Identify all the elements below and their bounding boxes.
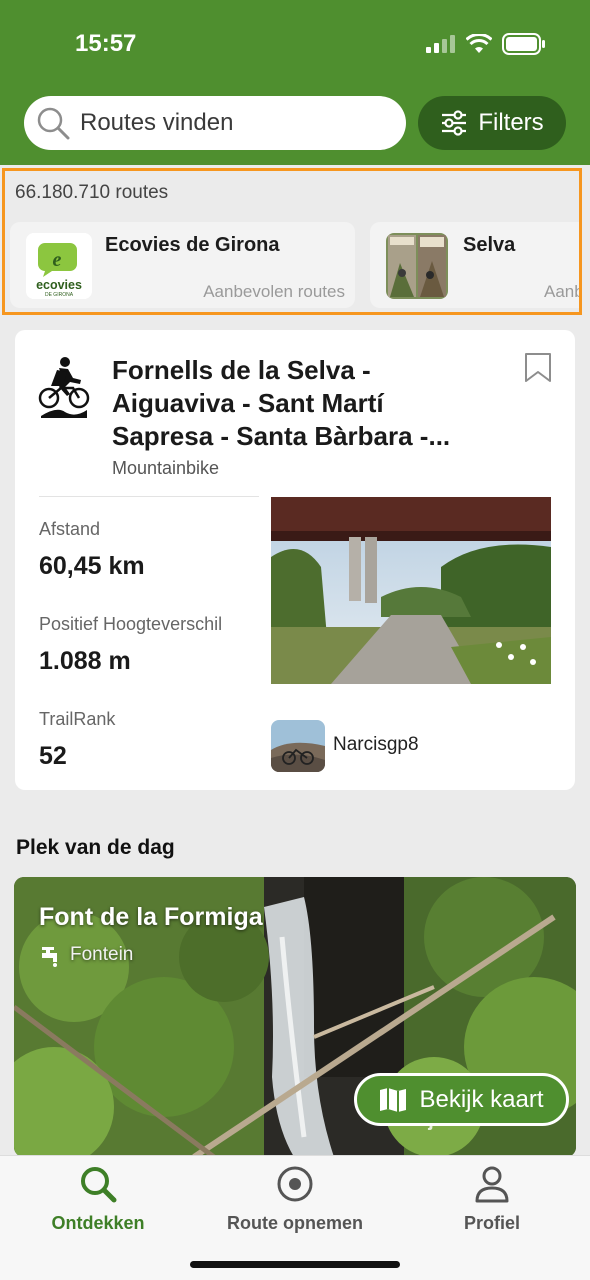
section-heading: Plek van de dag	[16, 836, 175, 859]
stat-trailrank-value: 52	[39, 742, 67, 770]
route-card[interactable]: Fornells de la Selva - Aiguaviva - Sant …	[15, 330, 575, 790]
search-icon	[81, 1167, 117, 1203]
mountainbike-icon	[38, 357, 90, 418]
stat-elevation-value: 1.088 m	[39, 647, 131, 675]
battery-icon	[502, 33, 545, 55]
signal-icon	[426, 35, 455, 53]
filters-button[interactable]: Filters	[418, 96, 566, 150]
nav-discover[interactable]: Ontdekken	[48, 1164, 148, 1234]
stat-elevation-label: Positief Hoogteverschil	[39, 614, 223, 634]
status-time: 15:57	[75, 30, 137, 57]
bookmark-icon[interactable]	[523, 352, 553, 384]
sliders-icon	[442, 110, 467, 136]
map-icon	[380, 1087, 407, 1112]
route-activity: Mountainbike	[112, 458, 220, 478]
profile-icon	[475, 1166, 509, 1203]
route-photo[interactable]	[271, 497, 551, 684]
home-indicator	[190, 1261, 400, 1268]
nav-label: Ontdekken	[51, 1213, 145, 1233]
view-map-button[interactable]: Bekijk kaart	[354, 1073, 569, 1126]
nav-record-route[interactable]: Route opnemen	[220, 1164, 370, 1234]
search-icon	[37, 107, 70, 140]
author-avatar[interactable]	[271, 720, 325, 772]
day-place-title: Font de la Formiga	[39, 903, 263, 931]
wifi-icon	[466, 34, 492, 53]
stat-trailrank-label: TrailRank	[39, 709, 116, 729]
search-placeholder: Routes vinden	[80, 109, 234, 136]
route-title: Fornells de la Selva - Aiguaviva - Sant …	[112, 355, 451, 451]
stat-distance-value: 60,45 km	[39, 552, 145, 580]
stat-distance-label: Afstand	[39, 519, 101, 539]
divider	[39, 496, 259, 497]
record-icon	[277, 1166, 313, 1202]
status-icons	[426, 33, 546, 55]
day-place-category: Fontein	[70, 944, 134, 965]
nav-profile[interactable]: Profiel	[450, 1164, 534, 1234]
search-input[interactable]: Routes vinden	[24, 96, 406, 150]
promo-highlight-frame	[2, 168, 582, 315]
app-header: 15:57 Routes vinden Filters	[0, 0, 590, 165]
fountain-icon	[42, 947, 57, 967]
view-map-label: Bekijk kaart	[419, 1085, 544, 1113]
nav-label: Route opnemen	[226, 1213, 363, 1233]
filters-label: Filters	[478, 109, 544, 136]
nav-label: Profiel	[463, 1213, 520, 1233]
author-name[interactable]: Narcisgp8	[333, 734, 419, 756]
